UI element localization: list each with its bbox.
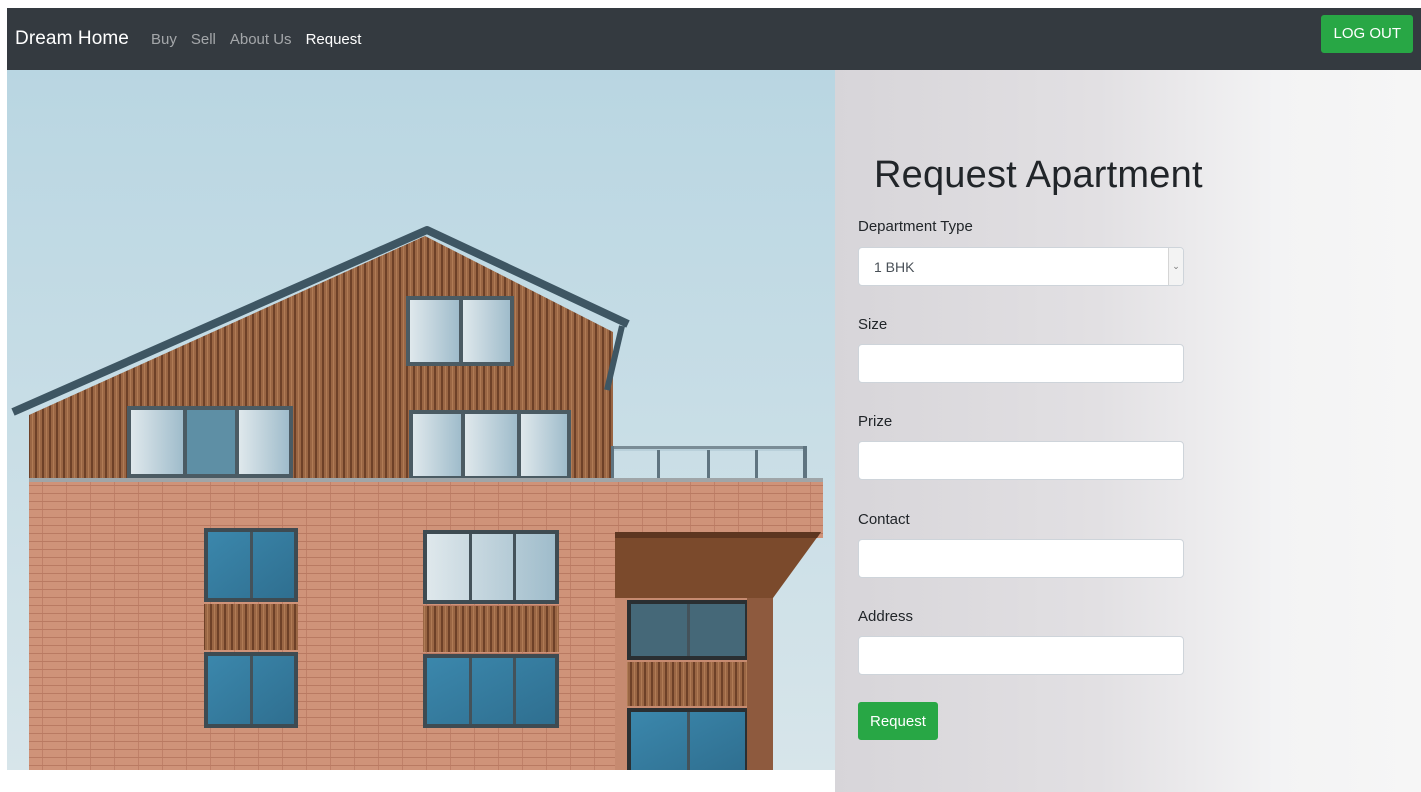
department-type-select[interactable]: 1 BHK ⌄ [858, 247, 1184, 286]
nav-link-request[interactable]: Request [306, 31, 362, 48]
size-input[interactable] [858, 344, 1184, 383]
address-input[interactable] [858, 636, 1184, 675]
department-type-selected-value: 1 BHK [874, 259, 915, 275]
page-title: Request Apartment [874, 154, 1203, 196]
nav-link-about-us[interactable]: About Us [230, 31, 292, 48]
nav-link-buy[interactable]: Buy [151, 31, 177, 48]
department-type-label: Department Type [858, 218, 973, 235]
address-label: Address [858, 608, 914, 625]
contact-label: Contact [858, 511, 910, 528]
app-root: Dream Home Buy Sell About Us Request LOG… [0, 0, 1421, 792]
brand-logo[interactable]: Dream Home [15, 28, 129, 50]
nav-link-sell[interactable]: Sell [191, 31, 216, 48]
request-form-panel: Request Apartment Department Type 1 BHK … [835, 70, 1421, 792]
prize-input[interactable] [858, 441, 1184, 480]
logout-button[interactable]: LOG OUT [1321, 15, 1413, 53]
request-submit-button[interactable]: Request [858, 702, 938, 740]
building-photo-icon [7, 70, 835, 770]
nav-links: Buy Sell About Us Request [151, 31, 375, 48]
top-navbar: Dream Home Buy Sell About Us Request LOG… [7, 8, 1421, 70]
size-label: Size [858, 316, 888, 333]
prize-label: Prize [858, 413, 893, 430]
contact-input[interactable] [858, 539, 1184, 578]
hero-building-image [7, 70, 835, 770]
chevron-down-icon[interactable]: ⌄ [1168, 248, 1183, 285]
